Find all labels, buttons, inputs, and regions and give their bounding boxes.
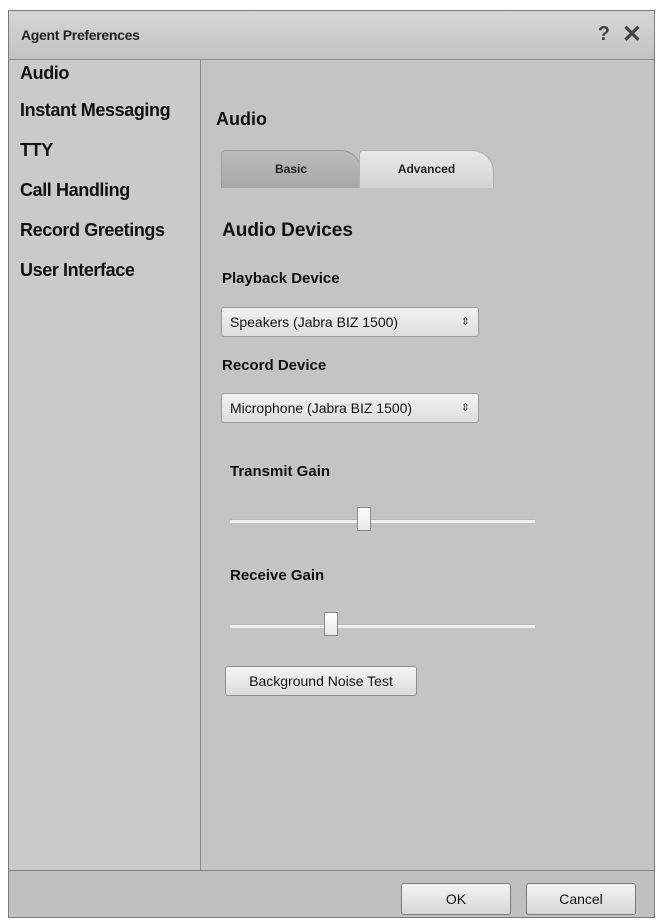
- slider-thumb[interactable]: [323, 612, 338, 636]
- sidebar-item-instant-messaging[interactable]: Instant Messaging: [9, 92, 200, 132]
- receive-gain-slider[interactable]: [230, 612, 535, 638]
- slider-track: [230, 519, 535, 523]
- cancel-button[interactable]: Cancel: [526, 883, 636, 915]
- select-arrows-icon: ⇕: [460, 316, 470, 328]
- tab-basic[interactable]: Basic: [221, 150, 361, 188]
- record-device-value: Microphone (Jabra BIZ 1500): [230, 400, 413, 416]
- slider-track: [230, 624, 535, 628]
- record-device-label: Record Device: [222, 357, 327, 374]
- sidebar-item-record-greetings[interactable]: Record Greetings: [9, 212, 200, 252]
- transmit-gain-slider[interactable]: [230, 507, 535, 533]
- transmit-gain-label: Transmit Gain: [230, 463, 331, 480]
- sidebar-item-call-handling[interactable]: Call Handling: [9, 172, 200, 212]
- select-arrows-icon: ⇕: [460, 402, 470, 414]
- sidebar: Audio Instant Messaging TTY Call Handlin…: [9, 60, 201, 870]
- section-title: Audio: [216, 109, 267, 129]
- ok-button[interactable]: OK: [401, 883, 511, 915]
- main-panel: Audio Basic Advanced Audio Devices Playb…: [201, 60, 654, 870]
- sidebar-item-audio[interactable]: Audio: [9, 60, 200, 92]
- title-bar[interactable]: Agent Preferences ? ✕: [9, 11, 654, 60]
- slider-thumb[interactable]: [357, 507, 372, 531]
- tab-advanced[interactable]: Advanced: [359, 150, 494, 188]
- playback-device-select[interactable]: Speakers (Jabra BIZ 1500) ⇕: [221, 307, 479, 337]
- background-noise-test-button[interactable]: Background Noise Test: [225, 666, 417, 696]
- agent-preferences-window: Agent Preferences ? ✕ Audio Instant Mess…: [8, 10, 655, 918]
- playback-device-value: Speakers (Jabra BIZ 1500): [230, 314, 399, 330]
- footer: OK Cancel: [9, 870, 654, 917]
- sidebar-item-tty[interactable]: TTY: [9, 132, 200, 172]
- record-device-select[interactable]: Microphone (Jabra BIZ 1500) ⇕: [221, 393, 479, 423]
- window-title: Agent Preferences: [21, 27, 140, 43]
- sidebar-item-user-interface[interactable]: User Interface: [9, 252, 200, 292]
- playback-device-label: Playback Device: [222, 270, 340, 287]
- receive-gain-label: Receive Gain: [230, 567, 325, 584]
- close-icon[interactable]: ✕: [622, 20, 642, 49]
- help-icon[interactable]: ?: [598, 23, 610, 46]
- audio-devices-heading: Audio Devices: [222, 220, 353, 241]
